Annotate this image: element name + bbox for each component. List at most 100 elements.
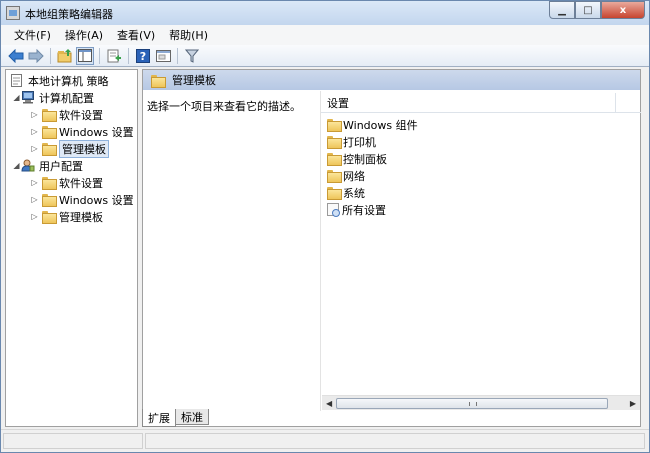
back-arrow-icon[interactable] (7, 47, 25, 65)
tree-node-local-policy[interactable]: 本地计算机 策略 (10, 72, 109, 89)
document-icon (10, 74, 24, 87)
app-icon (6, 6, 20, 20)
scrollbar-thumb[interactable] (336, 398, 608, 409)
computer-icon (21, 91, 35, 104)
tree-node-windows-settings[interactable]: ▷ Windows 设置 (30, 123, 134, 140)
tree-node-label: 计算机配置 (39, 91, 94, 105)
folder-icon (42, 143, 57, 156)
forward-arrow-icon[interactable] (27, 47, 45, 65)
collapsed-arrow-icon[interactable]: ▷ (30, 144, 39, 153)
user-icon (21, 159, 35, 172)
minimize-button[interactable]: ▁ (549, 1, 575, 19)
list-item-label: 控制面板 (343, 152, 387, 166)
tree-node-label: Windows 设置 (59, 125, 134, 139)
tree-node-user-software-settings[interactable]: ▷ 软件设置 (30, 174, 103, 191)
expanded-arrow-icon[interactable]: ◢ (12, 161, 21, 170)
tree-node-admin-templates[interactable]: ▷ 管理模板 (30, 139, 109, 158)
tree-node-label: Windows 设置 (59, 193, 134, 207)
scroll-left-icon[interactable]: ◀ (326, 399, 332, 408)
collapsed-arrow-icon[interactable]: ▷ (30, 127, 39, 136)
tree-node-label: 用户配置 (39, 159, 83, 173)
folder-icon (42, 126, 57, 139)
tree-node-label: 管理模板 (59, 210, 103, 224)
folder-icon (327, 119, 342, 132)
grip-icon (469, 402, 477, 406)
folder-icon (327, 187, 342, 200)
list-item-label: 打印机 (343, 135, 376, 149)
list-item-label: 系统 (343, 186, 365, 200)
toolbar-separator (99, 47, 100, 64)
status-cell (3, 433, 143, 449)
details-pane: 管理模板 选择一个项目来查看它的描述。 设置 Windows 组件 打印机 控制… (142, 69, 641, 427)
status-cell (145, 433, 645, 449)
close-button[interactable]: x (601, 1, 645, 19)
collapsed-arrow-icon[interactable]: ▷ (30, 195, 39, 204)
tree-node-user-windows-settings[interactable]: ▷ Windows 设置 (30, 191, 134, 208)
tree-node-user-config[interactable]: ◢ 用户配置 (12, 157, 83, 174)
collapsed-arrow-icon[interactable]: ▷ (30, 110, 39, 119)
show-hide-tree-icon[interactable] (76, 46, 94, 65)
tree-node-software-settings[interactable]: ▷ 软件设置 (30, 106, 103, 123)
folder-icon (327, 136, 342, 149)
status-bar (1, 429, 649, 452)
toolbar-separator (128, 47, 129, 64)
folder-icon (327, 170, 342, 183)
help-icon[interactable]: ? (134, 47, 152, 65)
list-item-system[interactable]: 系统 (327, 184, 365, 201)
svg-text:?: ? (140, 50, 146, 63)
export-list-icon[interactable] (105, 47, 123, 65)
tab-extended[interactable]: 扩展 (142, 409, 176, 427)
collapsed-arrow-icon[interactable]: ▷ (30, 212, 39, 221)
column-header-settings[interactable]: 设置 (321, 93, 641, 113)
policy-tree[interactable]: 本地计算机 策略 ◢ 计算机配置 ▷ 软件设置 ▷ Windows 设置 ▷ 管… (5, 69, 138, 427)
folder-icon (151, 74, 166, 88)
list-item-label: 网络 (343, 169, 365, 183)
toolbar: ? (1, 45, 649, 67)
tree-node-computer-config[interactable]: ◢ 计算机配置 (12, 89, 94, 106)
all-settings-icon (327, 203, 340, 217)
list-item-label: 所有设置 (342, 203, 386, 217)
tree-node-label: 本地计算机 策略 (28, 74, 109, 88)
details-header-title: 管理模板 (172, 74, 216, 87)
list-item-label: Windows 组件 (343, 118, 418, 132)
up-folder-icon[interactable] (56, 47, 74, 65)
menu-action[interactable]: 操作(A) (58, 27, 110, 43)
maximize-button[interactable]: □ (575, 1, 601, 19)
menu-bar: 文件(F) 操作(A) 查看(V) 帮助(H) (1, 25, 649, 45)
list-item-printers[interactable]: 打印机 (327, 133, 376, 150)
tree-node-user-admin-templates[interactable]: ▷ 管理模板 (30, 208, 103, 225)
collapsed-arrow-icon[interactable]: ▷ (30, 178, 39, 187)
properties-icon[interactable] (154, 47, 172, 65)
menu-view[interactable]: 查看(V) (110, 27, 162, 43)
list-item-windows-components[interactable]: Windows 组件 (327, 116, 418, 133)
list-item-all-settings[interactable]: 所有设置 (327, 201, 386, 218)
folder-icon (42, 194, 57, 207)
column-divider[interactable] (615, 93, 616, 113)
folder-icon (42, 211, 57, 224)
tree-node-label: 管理模板 (59, 139, 109, 158)
tab-standard[interactable]: 标准 (175, 409, 209, 425)
column-header-label: 设置 (327, 96, 349, 110)
tree-node-label: 软件设置 (59, 108, 103, 122)
title-bar[interactable]: 本地组策略编辑器 ▁ □ x (1, 1, 649, 25)
expanded-arrow-icon[interactable]: ◢ (12, 93, 21, 102)
main-window: 本地组策略编辑器 ▁ □ x 文件(F) 操作(A) 查看(V) 帮助(H) ?… (0, 0, 650, 453)
horizontal-scrollbar[interactable]: ◀ ▶ (322, 395, 640, 410)
menu-file[interactable]: 文件(F) (7, 27, 58, 43)
window-title: 本地组策略编辑器 (25, 8, 113, 21)
folder-icon (327, 153, 342, 166)
list-item-network[interactable]: 网络 (327, 167, 365, 184)
toolbar-separator (50, 47, 51, 64)
tree-node-label: 软件设置 (59, 176, 103, 190)
list-item-control-panel[interactable]: 控制面板 (327, 150, 387, 167)
menu-help[interactable]: 帮助(H) (162, 27, 215, 43)
toolbar-separator (177, 47, 178, 64)
scroll-right-icon[interactable]: ▶ (630, 399, 636, 408)
description-text: 选择一个项目来查看它的描述。 (147, 100, 301, 113)
view-tabs: 扩展 标准 (142, 409, 209, 427)
folder-icon (42, 109, 57, 122)
details-header: 管理模板 (143, 70, 640, 90)
settings-list[interactable]: 设置 Windows 组件 打印机 控制面板 网络 系统 所有设置 (320, 91, 641, 411)
folder-icon (42, 177, 57, 190)
filter-icon[interactable] (183, 47, 201, 65)
